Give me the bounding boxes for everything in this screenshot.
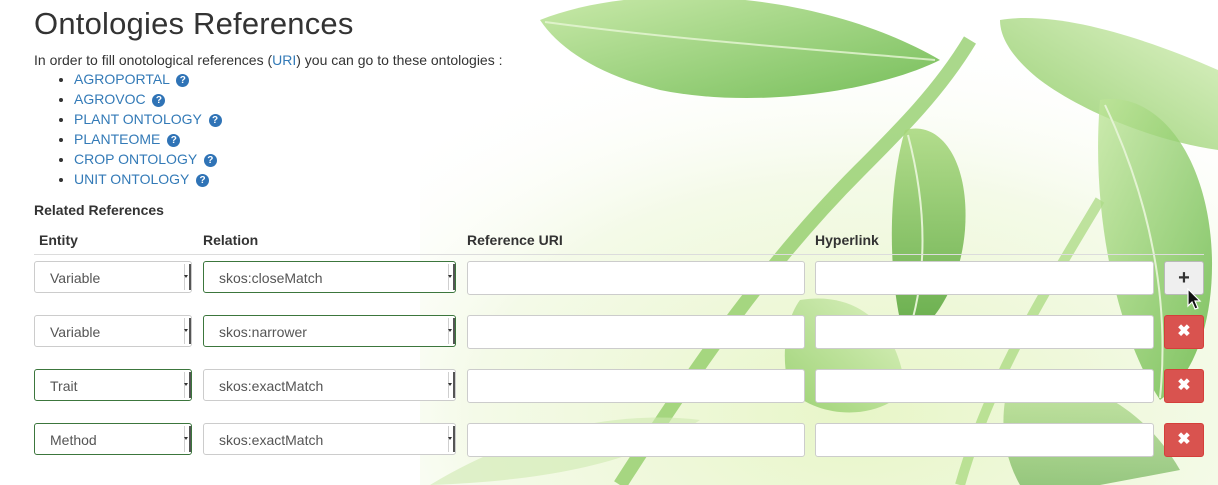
column-header-hyperlink: Hyperlink [815,232,879,248]
intro-before: In order to fill onotological references… [34,52,273,68]
entity-select[interactable]: Trait [34,369,192,401]
ontology-item: PLANTEOME ? [74,131,222,151]
hyperlink-input[interactable] [815,261,1154,295]
reference-uri-input[interactable] [467,261,805,295]
ontology-link-plant-ontology[interactable]: PLANT ONTOLOGY [74,111,202,127]
ontology-link-unit-ontology[interactable]: UNIT ONTOLOGY [74,171,189,187]
chevron-down-icon [448,426,455,452]
question-circle-icon[interactable]: ? [208,114,222,127]
chevron-down-icon [448,318,455,344]
question-circle-icon[interactable]: ? [176,74,190,87]
relation-select-value: skos:exactMatch [219,378,324,394]
relation-select[interactable]: skos:closeMatch [203,261,456,293]
hyperlink-input[interactable] [815,423,1154,457]
relation-select[interactable]: skos:exactMatch [203,369,456,401]
entity-select[interactable]: Variable [34,315,192,347]
entity-select-value: Trait [50,378,78,394]
question-circle-icon[interactable]: ? [167,134,181,147]
reference-uri-input[interactable] [467,369,805,403]
chevron-down-icon [448,264,455,290]
chevron-down-icon [184,426,191,452]
question-circle-icon[interactable]: ? [196,174,210,187]
relation-select[interactable]: skos:narrower [203,315,456,347]
related-references-heading: Related References [34,202,164,218]
entity-select[interactable]: Method [34,423,192,455]
remove-reference-button[interactable]: ✖ [1164,315,1204,349]
relation-select-value: skos:exactMatch [219,432,324,448]
relation-select-value: skos:narrower [219,324,307,340]
table-row: Trait skos:exactMatch ✖ [0,369,1218,405]
intro-text: In order to fill onotological references… [34,52,503,68]
column-header-reference-uri: Reference URI [467,232,563,248]
column-header-relation: Relation [203,232,259,248]
ontology-item: AGROPORTAL ? [74,71,222,91]
ontology-item: PLANT ONTOLOGY ? [74,111,222,131]
close-icon: ✖ [1177,431,1191,448]
hyperlink-input[interactable] [815,315,1154,349]
entity-select-value: Variable [50,270,101,286]
question-circle-icon[interactable]: ? [152,94,166,107]
ontology-item: UNIT ONTOLOGY ? [74,171,222,191]
table-row: Variable skos:closeMatch + [0,261,1218,297]
column-header-entity: Entity [39,232,78,248]
close-icon: ✖ [1177,323,1191,340]
entity-select[interactable]: Variable [34,261,192,293]
ontology-item: CROP ONTOLOGY ? [74,151,222,171]
table-row: Variable skos:narrower ✖ [0,315,1218,351]
ontology-link-crop-ontology[interactable]: CROP ONTOLOGY [74,151,197,167]
close-icon: ✖ [1177,377,1191,394]
page-title: Ontologies References [34,6,354,41]
table-row: Method skos:exactMatch ✖ [0,423,1218,459]
hyperlink-input[interactable] [815,369,1154,403]
ontology-link-agrovoc[interactable]: AGROVOC [74,91,146,107]
mouse-pointer-icon [1187,288,1202,310]
relation-select[interactable]: skos:exactMatch [203,423,456,455]
remove-reference-button[interactable]: ✖ [1164,369,1204,403]
table-divider [34,254,1204,255]
chevron-down-icon [448,372,455,398]
reference-uri-input[interactable] [467,423,805,457]
entity-select-value: Variable [50,324,101,340]
ontology-item: AGROVOC ? [74,91,222,111]
intro-after: ) you can go to these ontologies : [296,52,503,68]
ontology-link-agroportal[interactable]: AGROPORTAL [74,71,169,87]
relation-select-value: skos:closeMatch [219,270,323,286]
chevron-down-icon [184,318,191,344]
chevron-down-icon [184,264,191,290]
question-circle-icon[interactable]: ? [203,154,217,167]
remove-reference-button[interactable]: ✖ [1164,423,1204,457]
ontology-list: AGROPORTAL ? AGROVOC ? PLANT ONTOLOGY ? … [34,71,222,191]
reference-uri-input[interactable] [467,315,805,349]
ontology-link-planteome[interactable]: PLANTEOME [74,131,160,147]
uri-link[interactable]: URI [272,52,296,68]
plus-icon: + [1178,267,1190,289]
entity-select-value: Method [50,432,97,448]
chevron-down-icon [184,372,191,398]
